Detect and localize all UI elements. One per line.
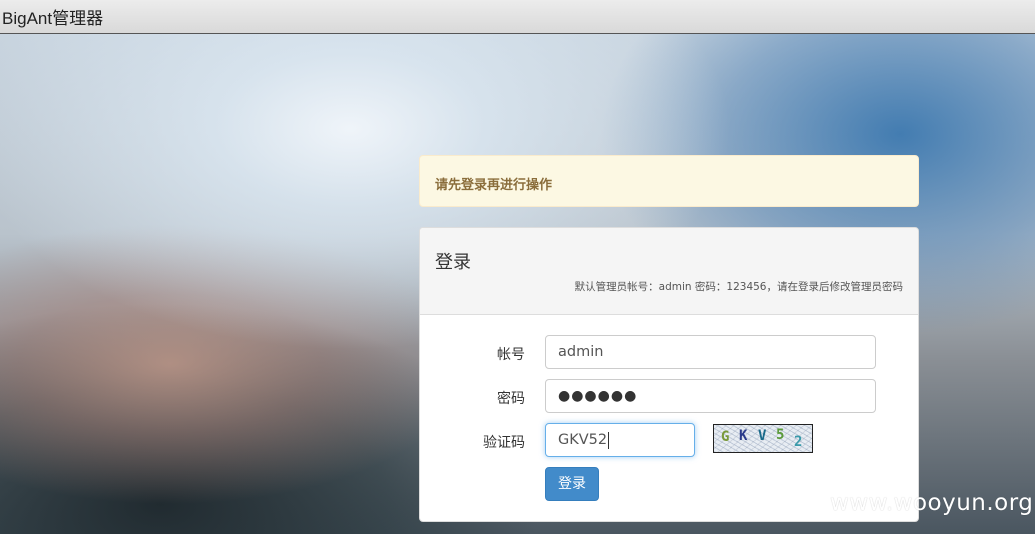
- captcha-char-4: 5: [776, 427, 785, 443]
- captcha-input[interactable]: GKV52: [545, 423, 695, 457]
- captcha-label: 验证码: [483, 435, 525, 451]
- captcha-char-5: 2: [794, 434, 803, 450]
- password-input[interactable]: ●●●●●●: [545, 379, 876, 413]
- default-credentials-note: 默认管理员帐号：admin 密码：123456，请在登录后修改管理员密码: [574, 281, 903, 293]
- alert-message: 请先登录再进行操作: [435, 178, 553, 193]
- account-input-value: admin: [558, 344, 604, 360]
- password-input-value: ●●●●●●: [558, 388, 638, 404]
- captcha-input-value: GKV52: [558, 432, 608, 448]
- captcha-image[interactable]: G K V 5 2: [713, 424, 813, 453]
- captcha-char-2: K: [739, 428, 748, 444]
- login-title: 登录: [435, 252, 471, 273]
- login-submit-button[interactable]: 登录: [545, 467, 599, 501]
- login-panel-header: 登录 默认管理员帐号：admin 密码：123456，请在登录后修改管理员密码: [420, 228, 918, 315]
- login-required-alert: 请先登录再进行操作: [419, 155, 919, 207]
- account-input[interactable]: admin: [545, 335, 876, 369]
- password-label: 密码: [497, 391, 525, 407]
- captcha-char-1: G: [721, 429, 730, 445]
- window-title: BigAnt管理器: [2, 9, 104, 28]
- text-caret: [608, 431, 610, 449]
- account-label: 帐号: [497, 347, 525, 363]
- login-panel: 登录 默认管理员帐号：admin 密码：123456，请在登录后修改管理员密码 …: [419, 227, 919, 522]
- captcha-char-3: V: [758, 428, 767, 444]
- watermark: www.wooyun.org: [830, 490, 1034, 516]
- window-titlebar: BigAnt管理器: [0, 0, 1035, 34]
